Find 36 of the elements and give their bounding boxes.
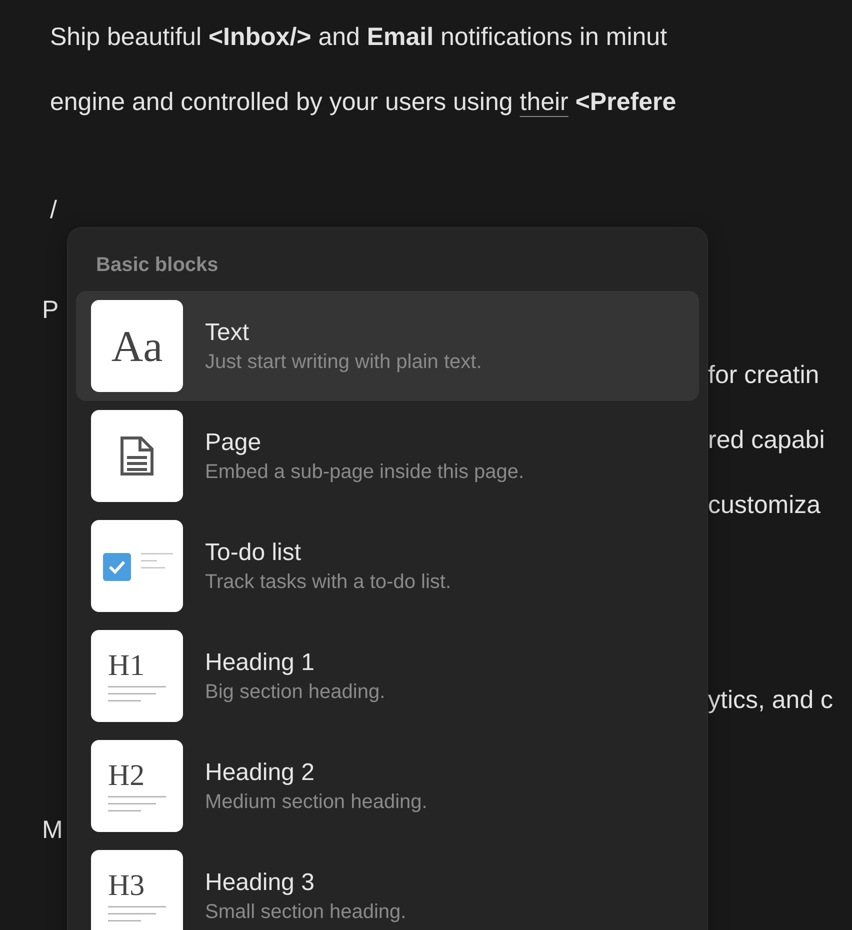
menu-item[interactable]: H1 Heading 1 Big section heading. (76, 621, 699, 731)
menu-item[interactable]: Page Embed a sub-page inside this page. (76, 401, 699, 511)
item-title: To-do list (205, 538, 302, 566)
paragraph-text: customiza (708, 490, 821, 520)
item-title: Text (205, 318, 250, 346)
block-icon: H2 (91, 740, 183, 832)
paragraph-text: M (42, 815, 63, 845)
block-icon (91, 410, 183, 502)
paragraph-text: P (42, 295, 59, 325)
item-description: Medium section heading. (205, 790, 428, 814)
item-description: Embed a sub-page inside this page. (205, 460, 524, 484)
item-description: Track tasks with a to-do list. (205, 570, 451, 594)
paragraph-text: for creatin (708, 360, 820, 390)
paragraph-text: red capabi (708, 425, 825, 455)
menu-item[interactable]: H2 Heading 2 Medium section heading. (76, 731, 699, 841)
item-title: Heading 2 (205, 758, 314, 786)
bold-text: <Prefere (574, 88, 676, 116)
block-icon: H3 (91, 850, 183, 930)
slash-command-text: / (50, 195, 57, 226)
text-link[interactable]: their (520, 88, 568, 116)
block-icon: Aa (91, 300, 183, 392)
menu-item[interactable]: H3 Heading 3 Small section heading. (76, 841, 699, 930)
paragraph-text: ytics, and c (708, 685, 834, 715)
menu-item[interactable]: Aa Text Just start writing with plain text. (76, 291, 699, 401)
menu-item[interactable]: To-do list Track tasks with a to-do list. (76, 511, 699, 621)
item-description: Small section heading. (205, 900, 406, 924)
block-icon: H1 (91, 630, 183, 722)
item-title: Page (205, 428, 262, 456)
item-description: Big section heading. (205, 680, 386, 704)
item-title: Heading 3 (205, 868, 314, 896)
item-title: Heading 1 (205, 648, 314, 676)
paragraph-text: engine and controlled by your users using (50, 88, 514, 116)
section-heading: Basic blocks (95, 253, 218, 278)
paragraph-text: Ship beautiful <Inbox/> and Email notifications in minut (50, 23, 668, 51)
block-icon (91, 520, 183, 612)
item-description: Just start writing with plain text. (205, 350, 482, 374)
